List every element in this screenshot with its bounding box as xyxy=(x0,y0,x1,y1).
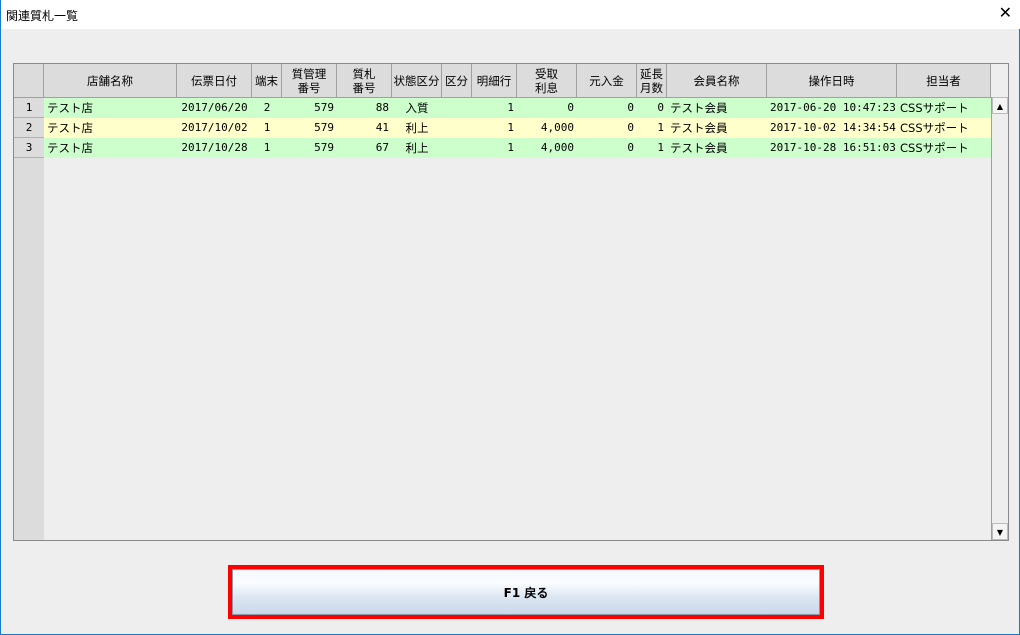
cell-kubun xyxy=(442,138,472,158)
cell-staff: CSSサポート xyxy=(897,138,991,158)
cell-store: テスト店 xyxy=(44,98,177,118)
column-header[interactable]: 質管理 番号 xyxy=(282,64,337,98)
cell-kubun xyxy=(442,98,472,118)
cell-principal: 0 xyxy=(577,118,637,138)
cell-staff: CSSサポート xyxy=(897,98,991,118)
cell-status: 入質 xyxy=(392,98,442,118)
cell-ticket-no: 88 xyxy=(337,98,392,118)
column-header[interactable]: 元入金 xyxy=(577,64,637,98)
column-header[interactable]: 質札 番号 xyxy=(337,64,392,98)
cell-mgmt-no: 579 xyxy=(282,138,337,158)
title-bar: 関連質札一覧 ✕ xyxy=(1,0,1020,29)
close-icon[interactable]: ✕ xyxy=(999,3,1012,22)
cell-ext-months: 1 xyxy=(637,138,667,158)
cell-terminal: 1 xyxy=(252,138,282,158)
cell-mgmt-no: 579 xyxy=(282,98,337,118)
row-number: 1 xyxy=(14,98,44,118)
cell-staff: CSSサポート xyxy=(897,118,991,138)
row-number: 2 xyxy=(14,118,44,138)
column-header[interactable]: 状態区分 xyxy=(392,64,442,98)
scroll-down-icon[interactable]: ▼ xyxy=(992,523,1008,540)
cell-terminal: 1 xyxy=(252,118,282,138)
cell-member: テスト会員 xyxy=(667,118,767,138)
column-header[interactable]: 区分 xyxy=(442,64,472,98)
cell-ext-months: 0 xyxy=(637,98,667,118)
cell-store: テスト店 xyxy=(44,118,177,138)
back-button[interactable]: F1 戻る xyxy=(232,569,820,615)
table-row[interactable]: 3 テスト店 2017/10/28 1 579 67 利上 1 4,000 0 1 テスト会員 2017… xyxy=(14,138,992,158)
cell-date: 2017/06/20 xyxy=(177,98,252,118)
cell-principal: 0 xyxy=(577,138,637,158)
cell-ext-months: 1 xyxy=(637,118,667,138)
cell-terminal: 2 xyxy=(252,98,282,118)
column-header[interactable]: 受取 利息 xyxy=(517,64,577,98)
corner-header xyxy=(14,64,44,98)
window-title: 関連質札一覧 xyxy=(6,9,79,23)
cell-date: 2017/10/02 xyxy=(177,118,252,138)
cell-ticket-no: 67 xyxy=(337,138,392,158)
cell-interest: 4,000 xyxy=(517,118,577,138)
cell-member: テスト会員 xyxy=(667,98,767,118)
scroll-up-icon[interactable]: ▲ xyxy=(992,97,1008,114)
column-header[interactable]: 伝票日付 xyxy=(177,64,252,98)
column-header[interactable]: 店舗名称 xyxy=(44,64,177,98)
cell-line: 1 xyxy=(472,118,517,138)
table-row[interactable]: 2 テスト店 2017/10/02 1 579 41 利上 1 4,000 0 1 テスト会員 2017… xyxy=(14,118,992,138)
row-number: 3 xyxy=(14,138,44,158)
dialog-window: 関連質札一覧 ✕ ▲ ▼ 店舗名称 伝票日付 端末 質管理 番号 質札 番号 状態区分 区分… xyxy=(0,0,1020,635)
cell-op-datetime: 2017-10-02 14:34:54 xyxy=(767,118,897,138)
cell-kubun xyxy=(442,118,472,138)
cell-ticket-no: 41 xyxy=(337,118,392,138)
column-header[interactable]: 延長 月数 xyxy=(637,64,667,98)
cell-op-datetime: 2017-10-28 16:51:03 xyxy=(767,138,897,158)
back-button-highlight: F1 戻る xyxy=(228,565,824,619)
cell-line: 1 xyxy=(472,98,517,118)
ticket-grid: ▲ ▼ 店舗名称 伝票日付 端末 質管理 番号 質札 番号 状態区分 区分 明細行 受取 利息元… xyxy=(13,63,1009,541)
column-header[interactable]: 担当者 xyxy=(897,64,991,98)
cell-member: テスト会員 xyxy=(667,138,767,158)
cell-mgmt-no: 579 xyxy=(282,118,337,138)
cell-line: 1 xyxy=(472,138,517,158)
column-header[interactable]: 会員名称 xyxy=(667,64,767,98)
cell-date: 2017/10/28 xyxy=(177,138,252,158)
cell-principal: 0 xyxy=(577,98,637,118)
cell-interest: 4,000 xyxy=(517,138,577,158)
column-header[interactable]: 操作日時 xyxy=(767,64,897,98)
cell-store: テスト店 xyxy=(44,138,177,158)
cell-status: 利上 xyxy=(392,118,442,138)
column-header[interactable]: 明細行 xyxy=(472,64,517,98)
cell-op-datetime: 2017-06-20 10:47:23 xyxy=(767,98,897,118)
column-header[interactable]: 端末 xyxy=(252,64,282,98)
table-row[interactable]: 1 テスト店 2017/06/20 2 579 88 入質 1 0 0 0 テスト会員 2017-06-… xyxy=(14,98,992,118)
vertical-scrollbar[interactable]: ▲ ▼ xyxy=(991,97,1008,540)
cell-interest: 0 xyxy=(517,98,577,118)
cell-status: 利上 xyxy=(392,138,442,158)
